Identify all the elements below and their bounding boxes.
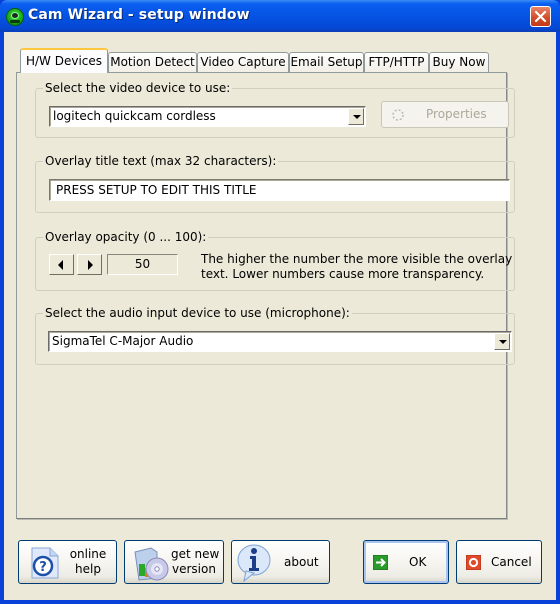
overlay-opacity-label: Overlay opacity (0 ... 100): xyxy=(43,230,209,244)
opacity-hint-line2: text. Lower numbers cause more transpare… xyxy=(201,267,485,281)
video-device-value: logitech quickcam cordless xyxy=(53,109,216,123)
software-update-icon xyxy=(134,547,169,581)
tab-label: Video Capture xyxy=(200,55,286,69)
tab-video-capture[interactable]: Video Capture xyxy=(197,52,289,72)
chevron-down-icon[interactable] xyxy=(494,333,510,350)
get-new-version-button[interactable]: get new version xyxy=(124,540,224,584)
video-device-group: Select the video device to use: logitech… xyxy=(35,81,515,138)
overlay-title-label: Overlay title text (max 32 characters): xyxy=(43,154,279,168)
help-icon: ? xyxy=(31,547,59,579)
arrow-right-icon xyxy=(373,555,388,570)
video-device-label: Select the video device to use: xyxy=(43,81,233,95)
properties-icon xyxy=(392,109,404,121)
opacity-value: 50 xyxy=(107,254,178,275)
tab-label: Motion Detect xyxy=(110,55,195,69)
title-bar[interactable]: Cam Wizard - setup window xyxy=(0,0,560,32)
ok-button[interactable]: OK xyxy=(363,540,449,584)
audio-device-value: SigmaTel C-Major Audio xyxy=(52,334,194,348)
cancel-button[interactable]: Cancel xyxy=(456,540,542,584)
about-button[interactable]: about xyxy=(231,540,330,584)
opacity-increase-button[interactable] xyxy=(77,254,102,275)
about-label: about xyxy=(284,555,319,569)
properties-button[interactable]: Properties xyxy=(381,101,509,128)
get-new-version-label: get new version xyxy=(171,547,220,576)
opacity-hint-line1: The higher the number the more visible t… xyxy=(201,252,513,266)
tab-email-setup[interactable]: Email Setup xyxy=(289,52,364,72)
online-help-button[interactable]: ? online help xyxy=(18,540,117,584)
cancel-label: Cancel xyxy=(491,555,532,569)
setup-window: Cam Wizard - setup window H/W Devices Mo… xyxy=(0,0,560,604)
audio-device-label: Select the audio input device to use (mi… xyxy=(43,306,352,320)
tab-buy-now[interactable]: Buy Now xyxy=(429,52,489,72)
tab-ftp-http[interactable]: FTP/HTTP xyxy=(364,52,429,72)
tab-label: FTP/HTTP xyxy=(368,55,425,69)
tab-label: Email Setup xyxy=(290,55,363,69)
arrow-left-icon xyxy=(58,260,63,270)
hw-devices-panel: Select the video device to use: logitech… xyxy=(16,72,515,519)
tab-label: Buy Now xyxy=(432,55,486,69)
tab-hw-devices[interactable]: H/W Devices xyxy=(20,48,108,73)
audio-device-group: Select the audio input device to use (mi… xyxy=(35,306,515,365)
opacity-decrease-button[interactable] xyxy=(49,254,74,275)
overlay-title-group: Overlay title text (max 32 characters): … xyxy=(35,154,515,213)
tab-motion-detect[interactable]: Motion Detect xyxy=(108,52,197,72)
chevron-down-icon[interactable] xyxy=(348,108,364,125)
cancel-icon xyxy=(466,555,481,570)
video-device-select[interactable]: logitech quickcam cordless xyxy=(49,106,366,127)
ok-label: OK xyxy=(409,555,427,569)
webcam-icon xyxy=(6,8,24,26)
opacity-hint: The higher the number the more visible t… xyxy=(201,252,512,282)
svg-text:?: ? xyxy=(39,560,47,575)
window-title: Cam Wizard - setup window xyxy=(28,7,250,23)
tab-label: H/W Devices xyxy=(25,54,103,68)
close-button[interactable] xyxy=(530,6,551,27)
overlay-opacity-group: Overlay opacity (0 ... 100): 50 The high… xyxy=(35,230,515,291)
close-icon xyxy=(534,10,547,23)
online-help-label: online help xyxy=(69,547,107,576)
info-icon xyxy=(237,544,271,583)
audio-device-select[interactable]: SigmaTel C-Major Audio xyxy=(48,331,512,352)
arrow-right-icon xyxy=(88,260,93,270)
properties-label: Properties xyxy=(426,107,487,121)
overlay-title-input[interactable]: PRESS SETUP TO EDIT THIS TITLE xyxy=(49,179,510,201)
